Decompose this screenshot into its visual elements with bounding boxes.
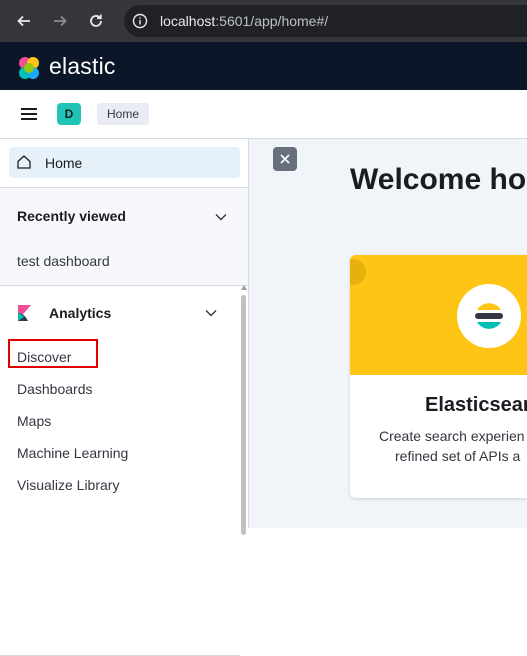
info-icon[interactable] [132, 13, 148, 29]
analytics-title[interactable]: Analytics [49, 305, 111, 321]
chevron-down-icon[interactable] [214, 210, 228, 224]
collapse-nav-button[interactable] [273, 147, 297, 171]
chevron-down-icon[interactable] [204, 306, 218, 320]
reload-icon [90, 14, 102, 27]
breadcrumb-home[interactable]: Home [97, 103, 150, 125]
banner-decoration [350, 259, 366, 285]
app-header: elastic [0, 42, 527, 90]
browser-toolbar: localhost:5601/app/home#/ [0, 0, 527, 42]
nav-link-maps[interactable]: Maps [17, 413, 51, 429]
scrollbar[interactable] [240, 285, 247, 535]
card-description-line-1: Create search experien [379, 428, 525, 444]
forward-button[interactable] [46, 7, 74, 35]
url-text: localhost:5601/app/home#/ [160, 13, 328, 29]
breadcrumb-bar: D Home [0, 90, 527, 139]
recent-item-test-dashboard[interactable]: test dashboard [17, 253, 110, 269]
menu-icon[interactable] [20, 105, 38, 123]
home-icon [17, 155, 31, 169]
nav-home-label: Home [45, 155, 83, 171]
nav-link-visualize-library[interactable]: Visualize Library [17, 477, 119, 493]
kibana-logo-icon [18, 305, 31, 321]
url-host: localhost [160, 13, 216, 29]
back-button[interactable] [10, 7, 38, 35]
space-avatar[interactable]: D [57, 103, 81, 125]
card-logo [457, 284, 521, 348]
nav-link-discover[interactable]: Discover [17, 349, 71, 365]
arrow-right-icon [54, 15, 67, 27]
main-content: Welcome ho Elasticsear Create search exp… [249, 139, 527, 528]
nav-home[interactable]: Home [9, 147, 240, 178]
card-description-line-2: refined set of APIs a [395, 448, 521, 464]
arrow-left-icon [17, 15, 30, 27]
card-description: Create search experien refined set of AP… [379, 426, 527, 466]
nav-link-machine-learning[interactable]: Machine Learning [17, 445, 128, 461]
side-navigation: Home Recently viewed test dashboard Anal… [0, 139, 249, 656]
reload-button[interactable] [82, 7, 110, 35]
elasticsearch-card[interactable]: Elasticsear Create search experien refin… [350, 255, 527, 498]
recently-viewed-title[interactable]: Recently viewed [17, 208, 126, 224]
url-path: :5601/app/home#/ [215, 13, 329, 29]
brand-name: elastic [49, 53, 116, 79]
card-title: Elasticsear [425, 394, 527, 416]
scroll-up-arrow[interactable] [241, 285, 247, 290]
elastic-logo-icon[interactable] [16, 55, 42, 81]
nav-link-dashboards[interactable]: Dashboards [17, 381, 93, 397]
analytics-section: Analytics Discover Dashboards Maps Machi… [0, 285, 240, 656]
close-icon [280, 154, 290, 164]
page-title: Welcome ho [350, 163, 527, 196]
scrollbar-thumb[interactable] [241, 295, 246, 535]
recently-viewed-section: Recently viewed test dashboard [0, 187, 248, 286]
address-bar[interactable]: localhost:5601/app/home#/ [124, 5, 527, 37]
elasticsearch-icon [475, 303, 503, 329]
card-banner [350, 255, 527, 375]
